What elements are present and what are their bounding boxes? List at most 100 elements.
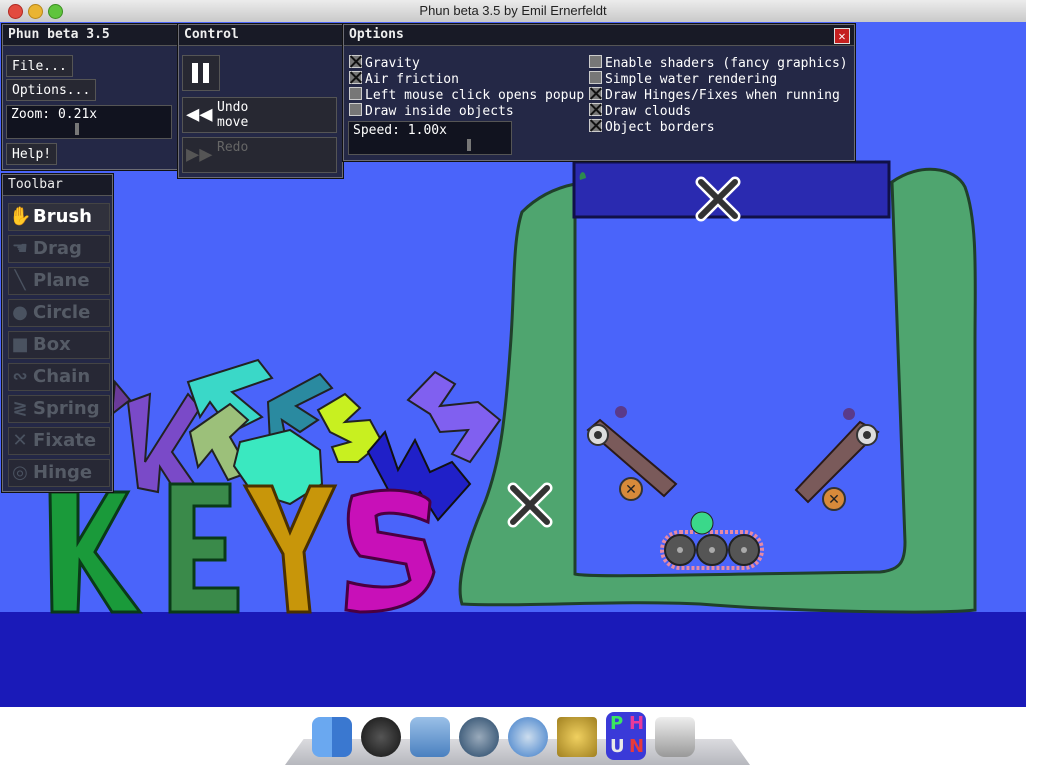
speed-slider-thumb[interactable]	[467, 139, 471, 151]
options-button[interactable]: Options...	[6, 79, 97, 101]
tool-label: Circle	[33, 302, 91, 323]
option-draw-hinges-fixes-when-running[interactable]: Draw Hinges/Fixes when running	[589, 87, 840, 103]
pause-button[interactable]	[182, 55, 220, 91]
option-draw-clouds[interactable]: Draw clouds	[589, 103, 691, 119]
option-label: Enable shaders (fancy graphics)	[605, 56, 848, 71]
option-label: Gravity	[365, 56, 420, 71]
tool-label: Box	[33, 334, 71, 355]
phun-icon-letter: U	[610, 736, 625, 757]
option-object-borders[interactable]: Object borders	[589, 119, 715, 135]
zoom-label: Zoom: 0.21x	[11, 107, 98, 122]
svg-text:✕: ✕	[828, 492, 840, 508]
tool-circle[interactable]: ● Circle	[8, 299, 110, 327]
safari-icon[interactable]	[508, 717, 548, 757]
option-checkbox[interactable]	[349, 87, 362, 100]
option-checkbox[interactable]	[349, 71, 362, 84]
undo-sublabel: move	[217, 115, 249, 130]
control-panel: Control ◀◀ Undo move ▶▶ Redo	[178, 24, 343, 178]
option-checkbox[interactable]	[589, 119, 602, 132]
main-panel-title: Phun beta 3.5	[3, 25, 177, 46]
option-draw-inside-objects[interactable]: Draw inside objects	[349, 103, 514, 119]
lavender-letter-s	[406, 370, 502, 464]
phun-icon-letter: P	[610, 713, 624, 734]
trash-icon[interactable]	[655, 717, 695, 757]
tool-label: Brush	[33, 206, 92, 227]
zoom-slider-thumb[interactable]	[75, 123, 79, 135]
option-left-mouse-click-opens-popup[interactable]: Left mouse click opens popup	[349, 87, 584, 103]
ground-plane	[0, 612, 1026, 707]
purple-scribble	[110, 379, 132, 417]
rewind-icon: ◀◀	[186, 102, 213, 127]
letter-k	[48, 490, 143, 614]
imovie-icon[interactable]	[557, 717, 597, 757]
phun-icon-letter: N	[629, 736, 645, 757]
option-label: Simple water rendering	[605, 72, 778, 87]
option-checkbox[interactable]	[589, 103, 602, 116]
fixate-icon: ✕	[12, 430, 28, 451]
tool-drag[interactable]: ☚ Drag	[8, 235, 110, 263]
tool-chain[interactable]: ∾ Chain	[8, 363, 110, 391]
option-checkbox[interactable]	[349, 103, 362, 116]
box-icon: ■	[11, 334, 29, 355]
tool-label: Chain	[33, 366, 91, 387]
zoom-slider[interactable]: Zoom: 0.21x	[6, 105, 172, 139]
main-panel: Phun beta 3.5 File... Options... Zoom: 0…	[2, 24, 178, 170]
dock: PHUN	[285, 707, 750, 765]
options-close-button[interactable]: ✕	[834, 28, 850, 44]
option-label: Draw clouds	[605, 104, 692, 119]
svg-text:✕: ✕	[625, 482, 637, 498]
help-button[interactable]: Help!	[6, 143, 58, 165]
speed-slider[interactable]: Speed: 1.00x	[348, 121, 512, 155]
tool-fixate[interactable]: ✕ Fixate	[8, 427, 110, 455]
phun-icon[interactable]: PHUN	[606, 712, 646, 760]
brush-icon: ✋	[9, 206, 32, 227]
drag-hand-icon: ☚	[11, 238, 29, 259]
pause-icon	[192, 63, 198, 83]
window-titlebar: Phun beta 3.5 by Emil Ernerfeldt	[0, 0, 1026, 23]
finder-icon[interactable]	[312, 717, 352, 757]
hinge-icon: ◎	[12, 462, 28, 483]
option-label: Air friction	[365, 72, 459, 87]
tool-label: Hinge	[33, 462, 93, 483]
mail-icon[interactable]	[410, 717, 450, 757]
tool-box[interactable]: ■ Box	[8, 331, 110, 359]
control-panel-title: Control	[179, 25, 342, 46]
option-enable-shaders-fancy-graphics[interactable]: Enable shaders (fancy graphics)	[589, 55, 848, 71]
redo-label: Redo	[217, 140, 249, 155]
option-label: Object borders	[605, 120, 715, 135]
option-checkbox[interactable]	[589, 87, 602, 100]
option-simple-water-rendering[interactable]: Simple water rendering	[589, 71, 777, 87]
toolbar-title: Toolbar	[3, 175, 112, 196]
redo-button[interactable]: ▶▶ Redo	[182, 137, 337, 173]
tool-plane[interactable]: ╲ Plane	[8, 267, 110, 295]
tool-label: Spring	[33, 398, 100, 419]
fast-forward-icon: ▶▶	[186, 142, 213, 167]
tool-spring[interactable]: ≷ Spring	[8, 395, 110, 423]
tool-label: Fixate	[33, 430, 97, 451]
tool-brush[interactable]: ✋Brush	[8, 203, 110, 231]
option-checkbox[interactable]	[589, 71, 602, 84]
spring-icon: ≷	[12, 398, 28, 419]
undo-button[interactable]: ◀◀ Undo move	[182, 97, 337, 133]
right-flipper: ✕	[794, 408, 880, 511]
pause-icon-bar	[203, 63, 209, 83]
simulation-canvas[interactable]: ✕ ✕ Phun beta 3.5 File... Options... Zoo…	[0, 22, 1026, 707]
plane-icon: ╲	[14, 270, 26, 291]
option-checkbox[interactable]	[589, 55, 602, 68]
option-label: Left mouse click opens popup	[365, 88, 585, 103]
options-panel-title: Options	[344, 25, 854, 46]
letter-s	[344, 488, 436, 614]
speed-label: Speed: 1.00x	[353, 123, 447, 138]
time-machine-icon[interactable]	[459, 717, 499, 757]
option-checkbox[interactable]	[349, 55, 362, 68]
window-title: Phun beta 3.5 by Emil Ernerfeldt	[419, 3, 607, 18]
tool-label: Plane	[33, 270, 90, 291]
file-button[interactable]: File...	[6, 55, 73, 77]
left-flipper: ✕	[586, 406, 678, 501]
tool-hinge[interactable]: ◎ Hinge	[8, 459, 110, 487]
option-air-friction[interactable]: Air friction	[349, 71, 459, 87]
dashboard-icon[interactable]	[361, 717, 401, 757]
option-gravity[interactable]: Gravity	[349, 55, 420, 71]
toolbar-panel: Toolbar ✋Brush ☚ Drag ╲ Plane ● Circle ■ Box ∾ Cha…	[2, 174, 113, 492]
violet-letter-k	[126, 392, 202, 500]
